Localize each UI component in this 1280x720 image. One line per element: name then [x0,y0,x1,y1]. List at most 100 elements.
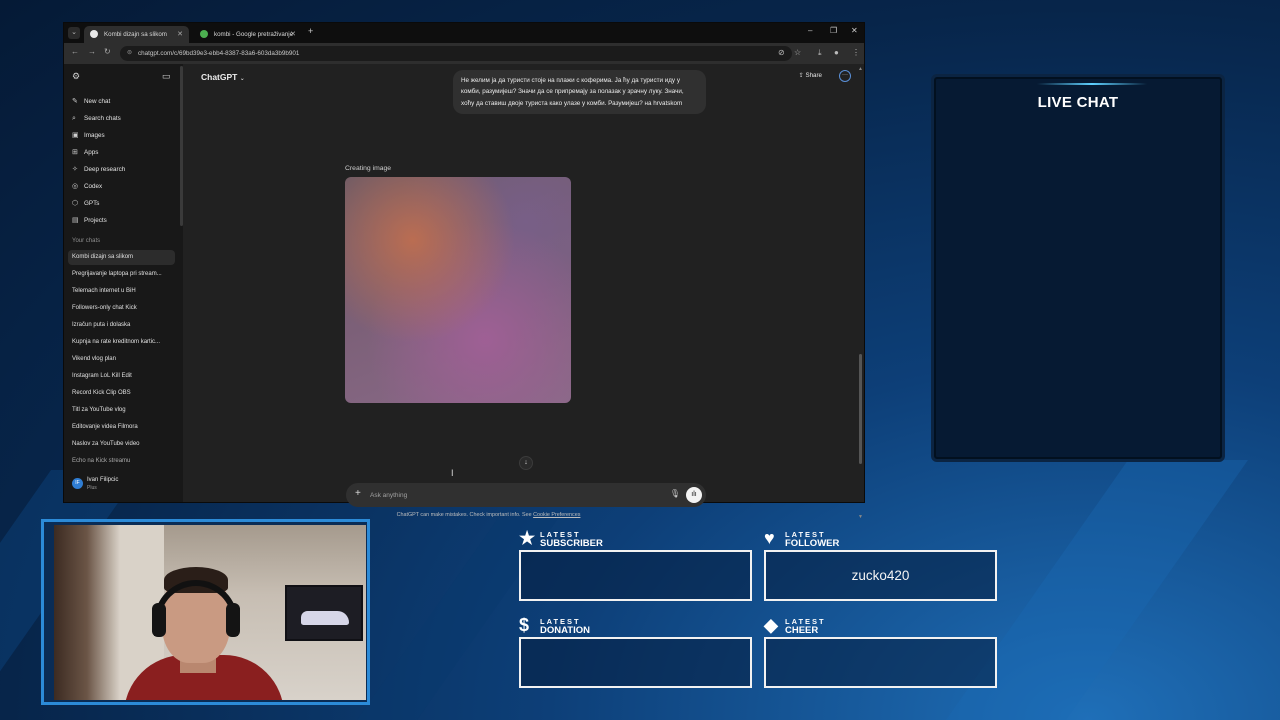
research-icon: ✧ [72,166,78,173]
main-scrollbar[interactable] [859,354,862,464]
maximize-icon[interactable]: ❐ [830,26,837,35]
sidebar-item-images[interactable]: ▣ Images [72,128,105,143]
chat-history-item[interactable]: Kombi dizajn sa slikom [68,250,175,265]
chat-history-item[interactable]: Echo na Kick streamu [68,454,175,469]
your-chats-heading: Your chats [72,238,101,244]
sidebar-item-label: Codex [84,183,103,190]
model-name: ChatGPT [201,72,238,82]
sidebar-item-search-chats[interactable]: ⌕ Search chats [72,111,121,126]
browser-window: ⌄ Kombi dizajn sa slikom ✕ kombi - Googl… [63,22,865,520]
reload-icon[interactable]: ↻ [104,47,111,56]
back-icon[interactable]: ← [71,47,79,56]
apps-icon: ⊞ [72,149,78,156]
url-text: chatgpt.com/c/69bd39e3-ebb4-8387-83a6-60… [138,50,300,57]
menu-icon[interactable]: ⋮ [852,48,860,57]
sidebar-item-label: Deep research [84,166,126,173]
scroll-down-icon[interactable]: ↓ [519,456,533,470]
creating-image-status: Creating image [345,165,392,172]
share-button[interactable]: ⇪ Share [799,72,822,79]
toolbar: ← → ↻ ⊜ chatgpt.com/c/69bd39e3-ebb4-8387… [64,43,864,64]
toggle-sidebar-icon[interactable]: ▭ [162,71,171,82]
chat-history-item[interactable]: Record Kick Clip OBS [68,386,175,401]
dollar-icon: $ [519,615,530,635]
mute-icon[interactable]: ⊘ [778,48,785,57]
sidebar: ⚙ ▭ ✎ New chat ⌕ Search chats ▣ Images ⊞ App… [64,64,183,502]
search-icon: ⌕ [72,115,76,122]
chat-history-item[interactable]: Instagram LoL Kill Edit [68,369,175,384]
panel-glow [1037,83,1147,85]
chat-history-item[interactable]: Editovanje videa Filmora [68,420,175,435]
headset-cup [226,603,240,637]
sidebar-item-gpts[interactable]: ⬡ GPTs [72,196,99,211]
tab-title: Kombi dizajn sa slikom [104,31,167,38]
scroll-down-arrow-icon[interactable]: ▼ [858,514,863,520]
latest-donation-box [519,637,752,688]
more-options-icon[interactable]: ··· [839,70,851,82]
add-attachment-icon[interactable]: + [355,488,361,499]
user-name: Ivan Filipcic [87,477,119,483]
avatar: IF [72,478,83,489]
sidebar-item-apps[interactable]: ⊞ Apps [72,145,98,160]
chatgpt-favicon-icon [90,30,98,38]
chat-history-item[interactable]: Izračun puta i dolaska [68,318,175,333]
star-icon: ★ [519,528,536,548]
disclaimer-text: ChatGPT can make mistakes. Check importa… [396,512,532,518]
latest-subscriber-box [519,550,752,601]
chat-history-item[interactable]: Pregrijavanje laptopa pri stream... [68,267,175,282]
sidebar-item-codex[interactable]: ◎ Codex [72,179,102,194]
sidebar-item-new-chat[interactable]: ✎ New chat [72,94,110,109]
user-plan: Plus [87,485,97,491]
close-tab-icon[interactable]: ✕ [177,26,183,43]
forward-icon[interactable]: → [88,47,96,56]
model-selector[interactable]: ChatGPT ⌄ [201,72,245,82]
chat-history-item[interactable]: Followers-only chat Kick [68,301,175,316]
close-window-icon[interactable]: ✕ [851,26,858,35]
browser-tab-active[interactable]: Kombi dizajn sa slikom ✕ [84,26,189,43]
sidebar-item-label: Images [84,132,105,139]
scroll-up-arrow-icon[interactable]: ▲ [858,66,863,72]
prompt-input[interactable] [370,489,620,501]
google-favicon-icon [200,30,208,38]
sidebar-item-deep-research[interactable]: ✧ Deep research [72,162,125,177]
profile-icon[interactable]: ● [834,48,839,57]
headset-cup [152,603,166,637]
generated-image-placeholder [345,177,571,403]
latest-follower-box: zucko420 [764,550,997,601]
voice-mode-icon[interactable]: ılı [686,487,702,503]
tab-search-dropdown-icon[interactable]: ⌄ [68,27,80,39]
edit-icon: ✎ [72,98,78,105]
chat-history-item[interactable]: Kupnja na rate kreditnom kartic... [68,335,175,350]
heart-icon: ♥ [764,528,775,548]
browser-tab[interactable]: kombi - Google pretraživanje ✕ [194,26,302,43]
composer: + 🎙 ılı [346,483,706,507]
alert-big-text: FOLLOWER [785,538,840,549]
chat-history-item[interactable]: Titl za YouTube vlog [68,403,175,418]
chat-history-item[interactable]: Naslov za YouTube video [68,437,175,452]
chat-main: ChatGPT ⌄ ⇪ Share ··· Не желим ја да тур… [183,64,864,520]
sidebar-item-label: GPTs [84,200,100,207]
site-info-icon[interactable]: ⊜ [127,46,132,61]
live-chat-panel: LIVE CHAT [931,74,1225,462]
tab-title: kombi - Google pretraživanje [214,31,294,38]
minimize-icon[interactable]: – [808,26,812,35]
user-account[interactable]: IF Ivan Filipcic Plus [72,475,172,495]
bookmark-star-icon[interactable]: ☆ [794,48,801,57]
webcam-feed [54,525,366,700]
download-icon[interactable]: ⤓ [818,48,822,58]
share-icon: ⇪ [798,72,804,79]
new-tab-icon[interactable]: + [308,26,313,36]
disclaimer: ChatGPT can make mistakes. Check importa… [183,512,864,518]
text-cursor-icon: I [451,468,454,478]
microphone-icon[interactable]: 🎙 [670,489,680,498]
gpts-icon: ⬡ [72,200,79,207]
alert-big-text: CHEER [785,625,819,636]
address-bar[interactable]: ⊜ chatgpt.com/c/69bd39e3-ebb4-8387-83a6-… [120,46,792,61]
chat-history-item[interactable]: Vikend vlog plan [68,352,175,367]
sidebar-item-label: Apps [84,149,99,156]
wall-poster [285,585,363,641]
cookie-preferences-link[interactable]: Cookie Preferences [533,512,580,518]
sidebar-item-projects[interactable]: ▤ Projects [72,213,107,228]
close-tab-icon[interactable]: ✕ [290,26,296,43]
openai-logo-icon[interactable]: ⚙ [72,71,80,82]
chat-history-item[interactable]: Telemach internet u BiH [68,284,175,299]
